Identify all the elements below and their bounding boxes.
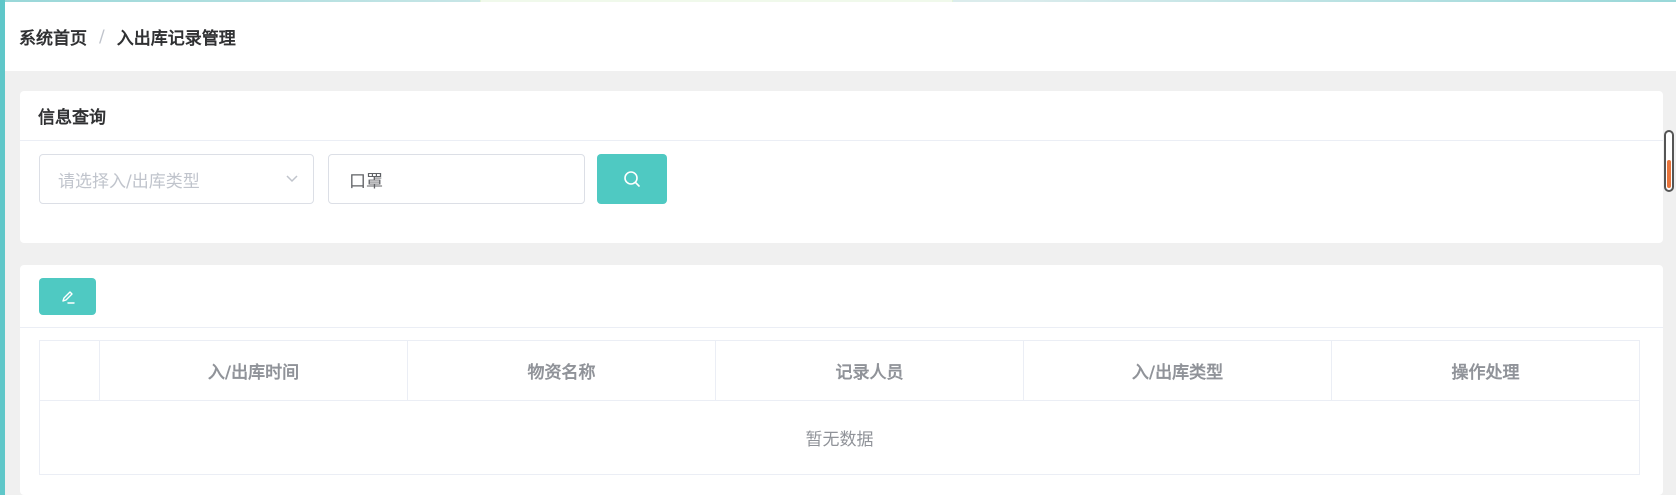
column-header-recorder[interactable]: 记录人员 [716, 341, 1024, 400]
records-toolbar [20, 265, 1663, 328]
breadcrumb-separator: / [99, 26, 105, 47]
breadcrumb: 系统首页 / 入出库记录管理 [5, 2, 1676, 71]
scrollbar-thumb[interactable] [1667, 160, 1671, 188]
table-empty-text: 暂无数据 [805, 430, 874, 450]
column-header-item-name[interactable]: 物资名称 [408, 341, 716, 400]
chevron-down-icon [286, 175, 298, 183]
records-table: 入/出库时间 物资名称 记录人员 入/出库类型 操作处理 暂无数据 [39, 340, 1640, 475]
breadcrumb-current: 入出库记录管理 [116, 29, 236, 49]
breadcrumb-home[interactable]: 系统首页 [19, 24, 87, 49]
sidebar-edge [0, 0, 5, 495]
type-select-placeholder: 请选择入/出库类型 [58, 171, 200, 192]
query-card-title: 信息查询 [20, 91, 1663, 141]
column-header-actions: 操作处理 [1451, 363, 1520, 383]
page-scrollbar[interactable] [1664, 130, 1674, 192]
keyword-input[interactable] [328, 154, 585, 204]
search-button[interactable] [597, 154, 667, 204]
query-form: 请选择入/出库类型 [20, 141, 1663, 241]
edit-button[interactable] [39, 278, 96, 315]
edit-icon [61, 290, 75, 304]
table-header: 入/出库时间 物资名称 记录人员 入/出库类型 操作处理 [40, 341, 1639, 401]
column-header-type[interactable]: 入/出库类型 [1024, 341, 1332, 400]
records-card: 入/出库时间 物资名称 记录人员 入/出库类型 操作处理 暂无数据 [20, 265, 1663, 495]
column-header-time[interactable]: 入/出库时间 [100, 341, 408, 400]
table-header-checkbox-column [40, 341, 100, 400]
search-icon [624, 171, 640, 187]
query-card: 信息查询 请选择入/出库类型 [20, 91, 1663, 243]
type-select[interactable]: 请选择入/出库类型 [39, 154, 314, 204]
